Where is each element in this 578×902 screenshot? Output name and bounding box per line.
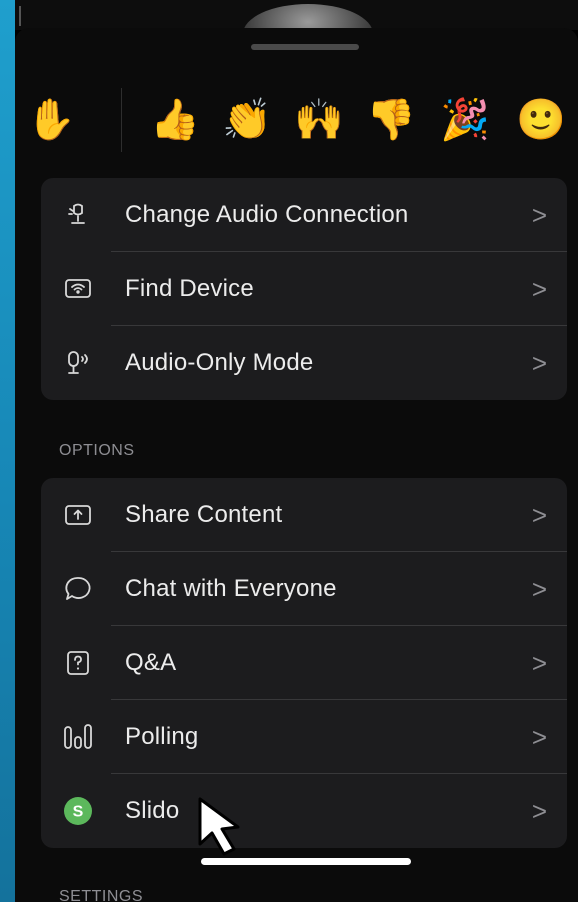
menu-item-label: Polling xyxy=(125,723,199,750)
menu-item-change-audio-connection[interactable]: Change Audio Connection > xyxy=(41,178,567,252)
chat-bubble-icon xyxy=(65,577,91,600)
menu-item-label: Share Content xyxy=(125,501,283,528)
chevron-right-icon: > xyxy=(531,500,547,530)
menu-item-share-content[interactable]: Share Content > xyxy=(41,478,567,552)
menu-item-slido[interactable]: S Slido > xyxy=(41,774,567,848)
chevron-right-icon: > xyxy=(531,796,547,826)
menu-item-label: Q&A xyxy=(125,649,177,676)
menu-item-label: Audio-Only Mode xyxy=(125,349,314,376)
settings-section-label: SETTINGS xyxy=(59,888,144,902)
menu-item-chat-with-everyone[interactable]: Chat with Everyone > xyxy=(41,552,567,626)
raise-hand-icon[interactable]: ✋ xyxy=(25,94,77,146)
svg-text:S: S xyxy=(73,804,84,821)
party-popper-icon[interactable]: 🎉 xyxy=(439,94,491,146)
chevron-right-icon: > xyxy=(531,348,547,378)
audio-only-icon xyxy=(68,351,88,374)
slido-icon: S xyxy=(64,797,92,825)
audio-connection-icon xyxy=(68,203,85,224)
preview-edge xyxy=(19,6,21,26)
sheet-grabber-handle[interactable] xyxy=(251,44,359,50)
thumbs-down-icon[interactable]: 👎 xyxy=(365,94,417,146)
menu-item-find-device[interactable]: Find Device > xyxy=(41,252,567,326)
find-device-icon xyxy=(65,279,91,298)
chevron-right-icon: > xyxy=(531,574,547,604)
menu-item-qa[interactable]: Q&A > xyxy=(41,626,567,700)
menu-item-label: Slido xyxy=(125,797,180,824)
reactions-divider xyxy=(121,88,122,152)
menu-item-label: Find Device xyxy=(125,275,254,302)
chevron-right-icon: > xyxy=(531,200,547,230)
chevron-right-icon: > xyxy=(531,648,547,678)
qa-icon xyxy=(67,651,89,675)
mouse-pointer-icon xyxy=(198,797,240,856)
menu-item-audio-only-mode[interactable]: Audio-Only Mode > xyxy=(41,326,567,400)
share-content-icon xyxy=(65,505,91,525)
menu-item-polling[interactable]: Polling > xyxy=(41,700,567,774)
menu-item-label: Change Audio Connection xyxy=(125,201,409,228)
menu-item-label: Chat with Everyone xyxy=(125,575,337,602)
video-preview-strip xyxy=(15,0,578,64)
more-options-sheet: ✋ 👍 👏 🙌 👎 🎉 🙂 Change Audio Connection > … xyxy=(15,28,578,902)
raising-hands-icon[interactable]: 🙌 xyxy=(293,94,345,146)
reactions-bar: ✋ 👍 👏 🙌 👎 🎉 🙂 xyxy=(15,88,578,152)
smiley-face-icon[interactable]: 🙂 xyxy=(515,94,567,146)
options-group: Share Content > Chat with Everyone > Q&A… xyxy=(41,478,567,848)
polling-icon xyxy=(64,724,92,749)
clapping-hands-icon[interactable]: 👏 xyxy=(221,94,273,146)
chevron-right-icon: > xyxy=(531,274,547,304)
phone-screen: ✋ 👍 👏 🙌 👎 🎉 🙂 Change Audio Connection > … xyxy=(15,0,578,902)
options-section-label: OPTIONS xyxy=(59,442,135,459)
chevron-right-icon: > xyxy=(531,722,547,752)
thumbs-up-icon[interactable]: 👍 xyxy=(149,94,201,146)
audio-options-group: Change Audio Connection > Find Device > xyxy=(41,178,567,400)
